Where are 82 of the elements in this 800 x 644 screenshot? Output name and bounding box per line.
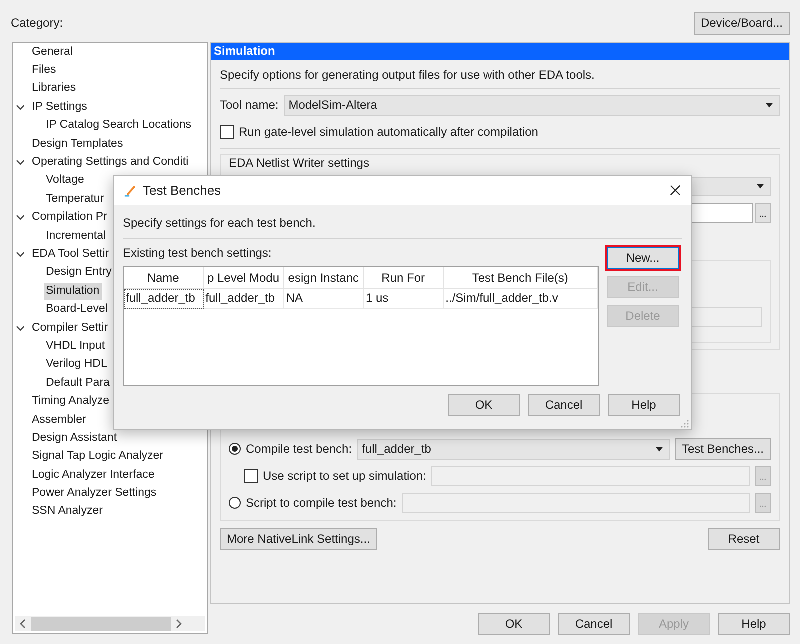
checkbox-label: Run gate-level simulation automatically after compilation	[239, 125, 538, 139]
tree-item[interactable]: Compiler Settir	[30, 320, 110, 337]
tree-item[interactable]: Assembler	[30, 412, 88, 428]
more-nativelink-settings-button[interactable]: More NativeLink Settings...	[220, 528, 378, 550]
test-benches-button[interactable]: Test Benches...	[674, 438, 771, 460]
dialog-button[interactable]: OK	[478, 613, 550, 635]
tree-item[interactable]: EDA Tool Settir	[30, 246, 112, 263]
chevron-icon[interactable]	[16, 213, 25, 222]
tree-item[interactable]: Libraries	[30, 80, 78, 98]
tree-item[interactable]: Verilog HDL	[44, 356, 110, 374]
dialog-title: Test Benches	[143, 183, 222, 198]
table-cell: ../Sim/full_adder_tb.v	[444, 289, 598, 309]
dialog-button[interactable]: Help	[608, 394, 680, 416]
ellipsis-icon	[759, 215, 767, 218]
description-text: Specify settings for each test bench.	[123, 215, 316, 231]
tree-item[interactable]: IP Catalog Search Locations	[44, 117, 194, 134]
column-header[interactable]: Run For	[364, 267, 444, 289]
category-label: Category:	[11, 16, 64, 30]
tree-item[interactable]: Operating Settings and Conditi	[30, 154, 191, 172]
checkbox-label: Use script to set up simulation:	[263, 469, 426, 483]
device-board-button[interactable]: Device/Board...	[694, 12, 790, 34]
tree-item[interactable]: Compilation Pr	[30, 209, 110, 226]
radio-button[interactable]	[229, 443, 241, 455]
column-header[interactable]: p Level Modu	[204, 267, 284, 289]
column-header[interactable]: esign Instanc	[284, 267, 364, 289]
chevron-icon[interactable]	[16, 250, 25, 259]
tree-item[interactable]: Design Entry	[44, 264, 114, 282]
tree-item[interactable]: Voltage	[44, 172, 86, 190]
table-cell: 1 us	[364, 289, 444, 309]
chevron-icon[interactable]	[16, 324, 25, 333]
input-field[interactable]	[431, 466, 750, 486]
tree-item[interactable]: VHDL Input	[44, 338, 108, 355]
checkbox[interactable]	[220, 125, 234, 139]
table-cell: NA	[284, 289, 364, 309]
close-icon[interactable]	[670, 185, 681, 196]
tool-name-label: Tool name:	[220, 98, 279, 112]
tree-item[interactable]: Default Para	[44, 374, 112, 392]
tree-item[interactable]: Simulation	[44, 282, 102, 300]
input-field[interactable]	[402, 493, 750, 513]
horizontal-scrollbar[interactable]	[15, 616, 205, 631]
group-title: EDA Netlist Writer settings	[229, 156, 370, 170]
reset-button[interactable]: Reset	[708, 528, 780, 550]
panel-title: Simulation	[211, 43, 789, 60]
tree-item[interactable]: IP Settings	[30, 98, 90, 116]
dialog-button[interactable]: OK	[448, 394, 520, 416]
table-label: Existing test bench settings:	[123, 246, 273, 260]
radio-label: Script to compile test bench:	[246, 496, 397, 510]
tree-item[interactable]: Design Templates	[30, 136, 126, 153]
tree-item[interactable]: Board-Level	[44, 301, 110, 318]
ellipsis-icon	[759, 505, 767, 508]
ellipsis-icon	[759, 478, 767, 481]
caret-icon	[656, 446, 663, 452]
dialog-button[interactable]: Cancel	[528, 394, 600, 416]
dialog-button[interactable]: New...	[607, 247, 679, 269]
tree-item[interactable]: Design Assistant	[30, 430, 120, 447]
caret-icon	[757, 184, 764, 190]
tree-item[interactable]: Files	[30, 62, 58, 80]
tree-item[interactable]: Incremental	[44, 228, 108, 245]
column-header[interactable]: Name	[124, 267, 204, 289]
chevron-icon[interactable]	[16, 158, 25, 168]
test-bench-dropdown[interactable]: full_adder_tb	[357, 438, 670, 460]
caret-icon	[766, 102, 773, 108]
chevron-icon[interactable]	[16, 102, 25, 112]
table-cell: full_adder_tb	[204, 289, 284, 309]
pencil-icon	[124, 184, 137, 197]
tool-name-dropdown[interactable]: ModelSim-Altera	[284, 94, 780, 116]
radio-label: Compile test bench:	[246, 442, 352, 456]
tree-item[interactable]: SSN Analyzer	[30, 503, 105, 520]
tree-item[interactable]: General	[30, 44, 75, 61]
dialog-button[interactable]: Cancel	[558, 613, 630, 635]
tree-item[interactable]: Power Analyzer Settings	[30, 485, 159, 502]
tree-item[interactable]: Timing Analyze	[30, 393, 112, 410]
resize-grip-icon[interactable]	[681, 420, 689, 428]
checkbox[interactable]	[244, 469, 258, 483]
tree-item[interactable]: Logic Analyzer Interface	[30, 466, 157, 484]
radio-button[interactable]	[229, 497, 241, 509]
column-header[interactable]: Test Bench File(s)	[444, 267, 598, 289]
dialog-button[interactable]: Help	[718, 613, 790, 635]
description-text: Specify options for generating output files for use with other EDA tools.	[220, 67, 595, 83]
table-cell: full_adder_tb	[124, 289, 204, 309]
tree-item[interactable]: Signal Tap Logic Analyzer	[30, 448, 166, 466]
tree-item[interactable]: Temperatur	[44, 190, 106, 208]
